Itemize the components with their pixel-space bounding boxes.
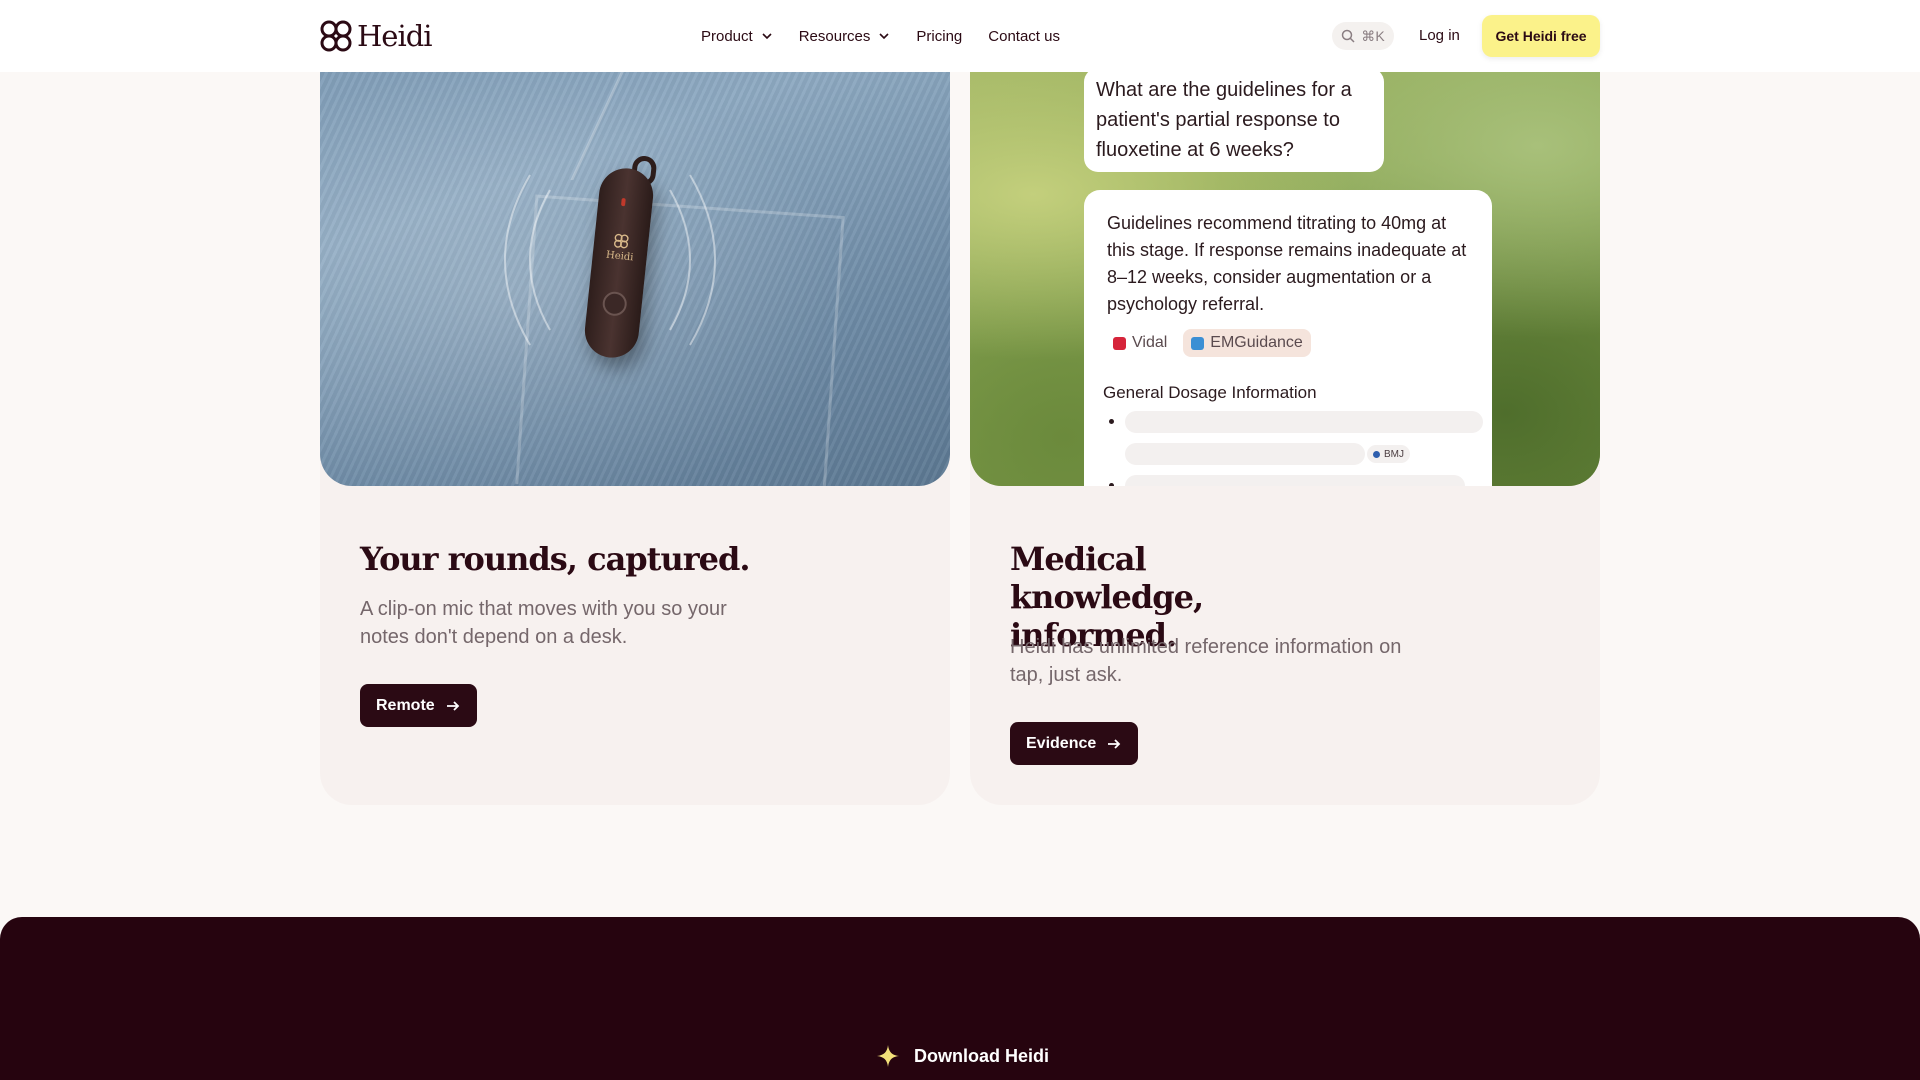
evidence-button-label: Evidence bbox=[1026, 734, 1097, 752]
chat-question-bubble: What are the guidelines for a patient's … bbox=[1084, 68, 1384, 172]
skeleton-row: BMJ bbox=[1107, 443, 1469, 467]
heidi-logo[interactable]: Heidi bbox=[319, 18, 433, 54]
search-button[interactable]: ⌘K bbox=[1332, 22, 1394, 50]
sparkle-icon bbox=[877, 1045, 899, 1067]
skeleton-row bbox=[1107, 411, 1483, 435]
heidi-logo-icon bbox=[614, 233, 629, 249]
evidence-button[interactable]: Evidence bbox=[1010, 722, 1139, 765]
skeleton-line bbox=[1125, 443, 1365, 465]
bullet bbox=[1109, 483, 1114, 486]
mic-button bbox=[601, 290, 628, 317]
heidi-logo-icon bbox=[320, 20, 352, 52]
search-shortcut: ⌘K bbox=[1361, 27, 1385, 44]
chat-answer-panel: Guidelines recommend titrating to 40mg a… bbox=[1084, 190, 1492, 486]
feature-card-remote: Heidi Your rounds, captured. A clip-on m… bbox=[320, 0, 950, 805]
chevron-down-icon bbox=[762, 33, 772, 40]
nav-product[interactable]: Product bbox=[701, 25, 773, 47]
brand-name: Heidi bbox=[357, 19, 433, 53]
vidal-icon bbox=[1113, 336, 1126, 350]
bullet bbox=[1109, 419, 1114, 424]
nav-pricing[interactable]: Pricing bbox=[916, 25, 962, 47]
chevron-down-icon bbox=[879, 33, 889, 40]
source-chip-emguidance[interactable]: EMGuidance bbox=[1183, 329, 1311, 357]
chat-answer-text: Guidelines recommend titrating to 40mg a… bbox=[1107, 213, 1467, 314]
remote-mic-photo: Heidi bbox=[320, 0, 950, 486]
feature-card-evidence: What are the guidelines for a patient's … bbox=[970, 0, 1600, 805]
evidence-chat-visual: What are the guidelines for a patient's … bbox=[970, 0, 1600, 486]
bmj-icon bbox=[1373, 450, 1380, 458]
nav-resources-label: Resources bbox=[798, 27, 871, 45]
source-label: EMGuidance bbox=[1210, 334, 1303, 351]
arrow-right-icon bbox=[1108, 738, 1121, 749]
nav-resources[interactable]: Resources bbox=[799, 25, 891, 47]
nav-product-label: Product bbox=[701, 27, 753, 45]
source-chip-bmj[interactable]: BMJ bbox=[1367, 445, 1410, 463]
top-navigation: Heidi Product Resources Pricing Contact … bbox=[0, 0, 1920, 72]
download-heidi-link[interactable]: Download Heidi bbox=[876, 1044, 1049, 1068]
dosage-section-title: General Dosage Information bbox=[1103, 383, 1317, 402]
arrow-right-icon bbox=[446, 700, 459, 711]
card-title-remote: Your rounds, captured. bbox=[360, 540, 750, 578]
source-label: Vidal bbox=[1132, 334, 1168, 351]
card-description-evidence: Heidi has unlimited reference informatio… bbox=[1010, 636, 1402, 686]
login-link[interactable]: Log in bbox=[1419, 27, 1460, 44]
answer-sources: Vidal EMGuidance bbox=[1105, 329, 1469, 357]
mic-brand-text: Heidi bbox=[605, 249, 634, 264]
remote-button[interactable]: Remote bbox=[360, 684, 477, 727]
nav-pricing-label: Pricing bbox=[916, 27, 963, 45]
search-icon bbox=[1342, 29, 1355, 43]
skeleton-line bbox=[1125, 411, 1483, 433]
get-heidi-free-button[interactable]: Get Heidi free bbox=[1482, 15, 1600, 57]
nav-contact-label: Contact us bbox=[988, 27, 1060, 45]
skeleton-line bbox=[1125, 475, 1465, 486]
download-heidi-label: Download Heidi bbox=[914, 1045, 1049, 1066]
remote-button-label: Remote bbox=[376, 696, 435, 714]
skeleton-row bbox=[1107, 475, 1469, 486]
nav-links: Product Resources Pricing Contact us bbox=[701, 25, 1086, 47]
mic-led bbox=[620, 197, 626, 207]
source-label: BMJ bbox=[1384, 448, 1404, 460]
emguidance-icon bbox=[1191, 336, 1205, 350]
source-chip-vidal[interactable]: Vidal bbox=[1105, 329, 1175, 357]
nav-contact[interactable]: Contact us bbox=[988, 25, 1060, 47]
mic-logo: Heidi bbox=[604, 232, 637, 264]
card-description-remote: A clip-on mic that moves with you so you… bbox=[360, 598, 727, 648]
